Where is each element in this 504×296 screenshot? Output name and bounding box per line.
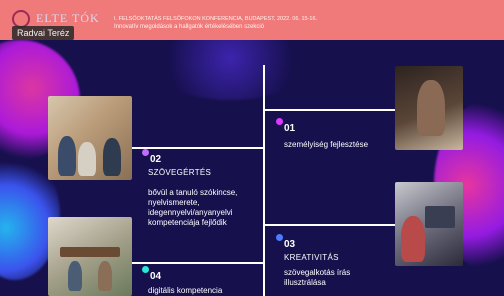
item-03-title: KREATIVITÁS: [284, 253, 339, 262]
timeline-connector-01: [265, 109, 395, 111]
item-02-number: 02: [150, 154, 162, 165]
item-01-number: 01: [284, 123, 296, 134]
photo-woman-with-laptop: [395, 66, 463, 150]
item-04-description: digitális kompetencia: [148, 286, 223, 295]
conference-header: ELTE TÓK I. FELSŐOKTATÁS FELSŐFOKON KONF…: [0, 0, 504, 40]
item-03-description: szövegalkotás írás illusztrálása: [284, 268, 351, 287]
timeline-connector-04: [132, 262, 263, 264]
photo-students-on-couch: [48, 96, 132, 180]
item-04-dot: [142, 266, 149, 273]
item-04-number: 04: [150, 271, 162, 282]
item-02-description: bővül a tanuló szókincse, nyelvismerete,…: [148, 188, 238, 227]
conference-title: I. FELSŐOKTATÁS FELSŐFOKON KONFERENCIA, …: [114, 16, 318, 22]
logo-text: ELTE TÓK: [36, 10, 100, 25]
timeline-connector-02: [132, 147, 263, 149]
photo-student-at-computer: [395, 182, 463, 266]
decor-blob-violet: [150, 30, 310, 100]
timeline-connector-03: [265, 224, 395, 226]
photo-library-reading: [48, 217, 132, 296]
presenter-name-tag[interactable]: Radvai Teréz: [12, 26, 75, 40]
item-02-title: SZÖVEGÉRTÉS: [148, 168, 212, 177]
item-02-dot: [142, 149, 149, 156]
item-03-dot: [276, 234, 283, 241]
conference-info: I. FELSŐOKTATÁS FELSŐFOKON KONFERENCIA, …: [114, 15, 317, 31]
item-01-dot: [276, 118, 283, 125]
slide-frame: ELTE TÓK I. FELSŐOKTATÁS FELSŐFOKON KONF…: [0, 0, 504, 296]
session-title: Innovatív megoldások a hallgatók értékel…: [114, 24, 265, 30]
item-01-description: személyiség fejlesztése: [284, 140, 369, 149]
timeline-vertical-line: [263, 65, 265, 296]
item-03-number: 03: [284, 239, 296, 250]
